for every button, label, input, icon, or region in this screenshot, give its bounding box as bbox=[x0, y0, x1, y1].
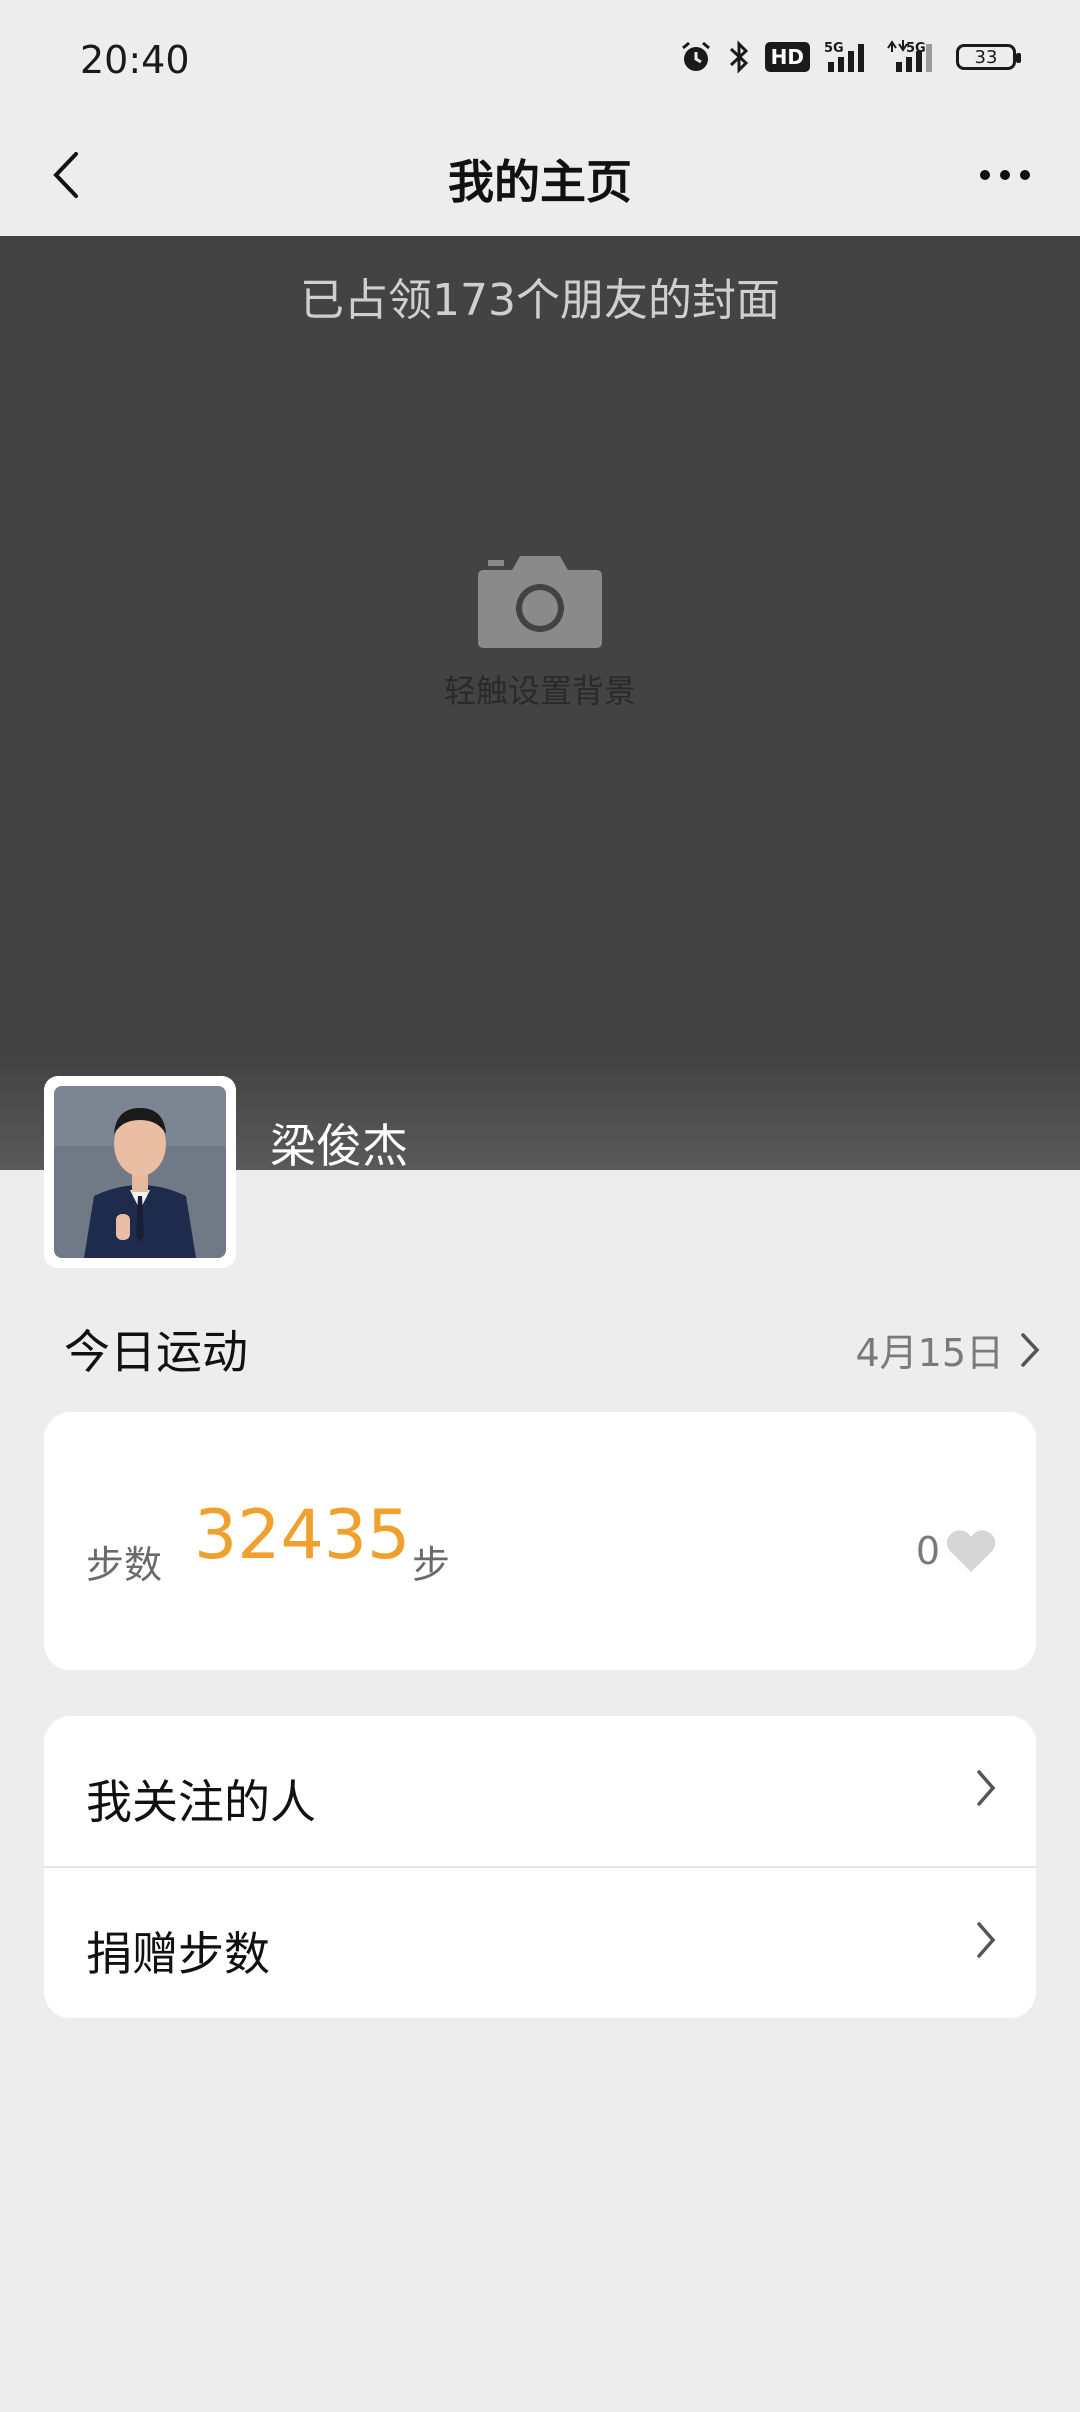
status-bar: 20:40 HD 5G 5G 33 bbox=[0, 0, 1080, 120]
cover-caption: 已占领173个朋友的封面 bbox=[300, 275, 780, 326]
set-background-button[interactable]: 轻触设置背景 bbox=[420, 556, 660, 726]
date-link[interactable]: 4月15日 bbox=[855, 1322, 1040, 1377]
steps-label: 步数 bbox=[86, 1543, 163, 1587]
camera-icon bbox=[478, 556, 602, 648]
signal-5g-secondary-icon: 5G bbox=[886, 40, 942, 74]
steps-unit: 步 bbox=[412, 1543, 451, 1587]
status-time: 20:40 bbox=[80, 38, 190, 82]
cover-background[interactable]: 已占领173个朋友的封面 轻触设置背景 bbox=[0, 236, 1080, 1170]
today-sports-header: 今日运动 4月15日 bbox=[64, 1316, 1040, 1379]
menu-card: 我关注的人 捐赠步数 bbox=[44, 1716, 1036, 2018]
avatar[interactable] bbox=[44, 1076, 236, 1268]
chevron-right-icon bbox=[977, 1922, 996, 1958]
more-dots-icon bbox=[980, 170, 990, 180]
menu-item-label: 捐赠步数 bbox=[86, 1927, 270, 1981]
like-count: 0 bbox=[915, 1529, 940, 1573]
menu-item-label: 我关注的人 bbox=[86, 1775, 316, 1829]
date-label: 4月15日 bbox=[855, 1331, 1004, 1375]
signal2-label: 5G bbox=[906, 41, 926, 56]
username: 梁俊杰 bbox=[270, 1119, 408, 1173]
signal1-label: 5G bbox=[824, 41, 844, 56]
status-icons: HD 5G 5G 33 bbox=[679, 40, 1021, 74]
bluetooth-icon bbox=[727, 40, 751, 74]
signal-5g-icon: 5G bbox=[824, 40, 872, 74]
steps-card[interactable]: 步数 32435 步 0 bbox=[44, 1412, 1036, 1670]
hd-icon: HD bbox=[764, 42, 810, 72]
battery-icon: 33 bbox=[956, 44, 1021, 70]
menu-item-donate-steps[interactable]: 捐赠步数 bbox=[44, 1868, 1036, 2018]
more-button[interactable] bbox=[960, 140, 1050, 210]
avatar-photo bbox=[54, 1086, 226, 1258]
like-button[interactable]: 0 bbox=[916, 1528, 996, 1574]
steps-count: 32435 bbox=[194, 1496, 411, 1575]
chevron-right-icon bbox=[1021, 1332, 1040, 1367]
menu-item-following[interactable]: 我关注的人 bbox=[44, 1716, 1036, 1866]
nav-bar: 我的主页 bbox=[0, 120, 1080, 236]
section-title: 今日运动 bbox=[64, 1325, 248, 1379]
heart-icon bbox=[946, 1530, 996, 1572]
battery-level: 33 bbox=[974, 46, 998, 68]
set-background-label: 轻触设置背景 bbox=[443, 672, 636, 710]
alarm-icon bbox=[679, 40, 713, 74]
chevron-right-icon bbox=[977, 1770, 996, 1806]
page-title: 我的主页 bbox=[448, 155, 632, 209]
